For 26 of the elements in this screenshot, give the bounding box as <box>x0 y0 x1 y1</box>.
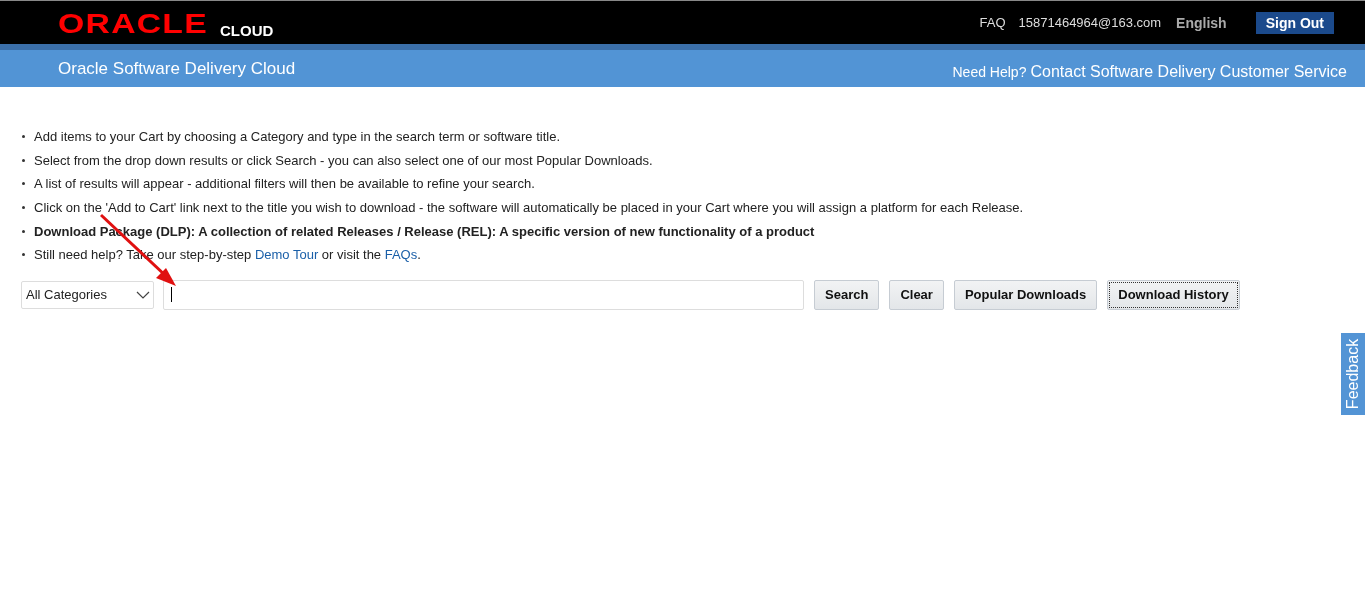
site-title: Oracle Software Delivery Cloud <box>58 58 296 79</box>
search-input[interactable] <box>163 279 804 310</box>
help-prompt: Need Help? <box>952 63 1027 80</box>
bullet-icon <box>22 158 25 162</box>
chevron-down-icon <box>136 290 150 299</box>
header-link[interactable]: 15871464964@163.com <box>1018 15 1162 30</box>
action-button[interactable]: Search <box>814 279 880 310</box>
bullet-icon <box>22 182 25 186</box>
action-button[interactable]: Popular Downloads <box>953 279 1098 310</box>
text-cursor <box>171 287 172 303</box>
action-button[interactable]: Download History <box>1107 279 1240 310</box>
bullet-icon <box>22 206 25 210</box>
bullet-icon <box>22 229 25 233</box>
instruction-text: Add items to your Cart by choosing a Category and type in the search term or software title. <box>34 129 561 145</box>
sign-out-button[interactable]: Sign Out <box>1255 11 1334 34</box>
oracle-cloud-logo: ORACLE CLOUD <box>58 8 274 38</box>
bullet-icon <box>22 253 25 257</box>
action-button[interactable]: Clear <box>889 279 944 310</box>
header-link[interactable]: FAQ <box>979 15 1006 30</box>
language-selector[interactable]: English <box>1176 14 1227 31</box>
instruction-text: A list of results will appear - additional filters will then be available to refine your search. <box>34 176 535 192</box>
bullet-icon <box>22 135 25 139</box>
category-select[interactable]: All Categories <box>21 280 154 309</box>
instruction-text: Click on the 'Add to Cart' link next to the title you wish to download - the software will automatically be placed in your Cart where you will assign a platform for each Release. <box>34 200 1024 216</box>
instruction-text: Select from the drop down results or click Search - you can also select one of our most Popular Downloads. <box>34 152 653 168</box>
help-link[interactable]: Demo Tour <box>254 247 319 263</box>
